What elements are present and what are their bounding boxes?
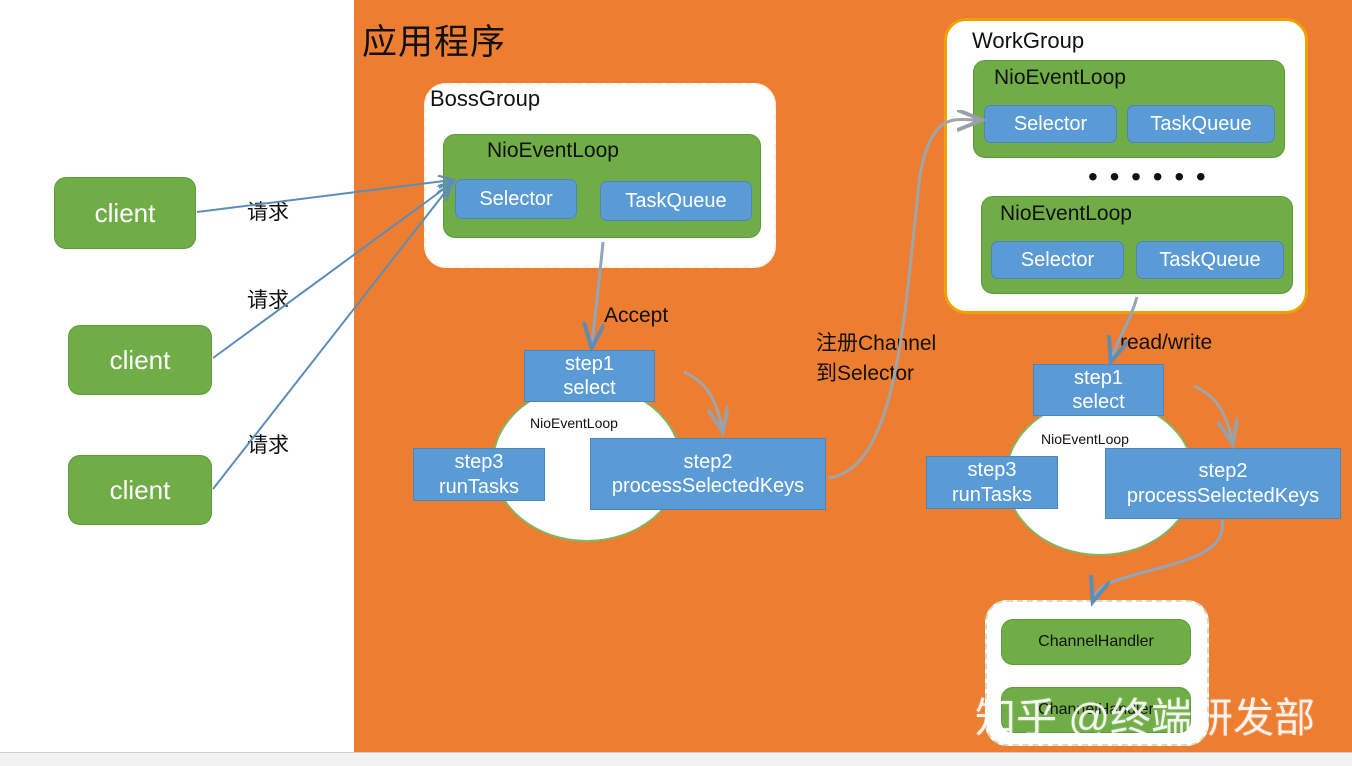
diagram-canvas: 应用程序 client client client 请求 请求 请求 BossG… bbox=[0, 0, 1352, 766]
client-box-2: client bbox=[68, 325, 212, 395]
taskqueue-label: TaskQueue bbox=[1150, 112, 1252, 135]
boss-step1-box: step1 select bbox=[524, 350, 655, 402]
boss-selector-box: Selector bbox=[455, 179, 577, 219]
boss-cycle-center-label: NioEventLoop bbox=[530, 415, 618, 431]
boss-nioeventloop-label: NioEventLoop bbox=[487, 139, 619, 162]
work-step2-line1: step2 bbox=[1198, 460, 1248, 483]
boss-step3-box: step3 runTasks bbox=[413, 448, 545, 501]
register-channel-label-line1: 注册Channel bbox=[816, 332, 937, 355]
boss-step1-line1: step1 bbox=[565, 352, 614, 375]
accept-label: Accept bbox=[604, 304, 669, 327]
work-step1-line2: select bbox=[1072, 391, 1125, 413]
work-selector-box-1: Selector bbox=[984, 105, 1117, 143]
taskqueue-label: TaskQueue bbox=[625, 189, 727, 212]
work-nioeventloop-label-2: NioEventLoop bbox=[1000, 202, 1132, 225]
read-write-label: read/write bbox=[1120, 331, 1213, 354]
work-step1-box: step1 select bbox=[1033, 364, 1164, 416]
work-selector-box-2: Selector bbox=[991, 241, 1124, 279]
work-step3-line2: runTasks bbox=[951, 483, 1033, 506]
boss-group-label: BossGroup bbox=[430, 86, 541, 111]
channel-handler-box-1: ChannelHandler bbox=[1001, 619, 1191, 665]
watermark: 知乎 @终端研发部 bbox=[975, 695, 1316, 741]
page-title: 应用程序 bbox=[362, 23, 507, 62]
register-channel-label-line2: 到Selector bbox=[816, 362, 915, 385]
work-step3-line1: step3 bbox=[967, 459, 1017, 482]
work-taskqueue-box-1: TaskQueue bbox=[1127, 105, 1275, 143]
boss-step3-line1: step3 bbox=[454, 451, 504, 474]
client-label: client bbox=[109, 474, 171, 505]
work-step2-line2: processSelectedKeys bbox=[1126, 484, 1320, 507]
boss-taskqueue-box: TaskQueue bbox=[600, 181, 752, 221]
selector-label: Selector bbox=[479, 187, 553, 210]
request-label-2: 请求 bbox=[247, 289, 289, 312]
client-box-1: client bbox=[54, 177, 196, 249]
work-nioeventloop-label-1: NioEventLoop bbox=[994, 66, 1126, 89]
work-taskqueue-box-2: TaskQueue bbox=[1136, 241, 1284, 279]
request-label-3: 请求 bbox=[247, 434, 289, 457]
boss-step2-box: step2 processSelectedKeys bbox=[590, 438, 826, 510]
work-step3-box: step3 runTasks bbox=[926, 456, 1058, 509]
work-cycle-center-label: NioEventLoop bbox=[1041, 431, 1129, 447]
request-label-1: 请求 bbox=[247, 201, 289, 224]
boss-step3-line2: runTasks bbox=[438, 475, 520, 498]
boss-step1-line2: select bbox=[563, 377, 616, 399]
bottom-bar bbox=[0, 752, 1352, 766]
selector-label: Selector bbox=[1020, 248, 1095, 271]
channel-handler-label: ChannelHandler bbox=[1038, 633, 1154, 650]
work-step1-line1: step1 bbox=[1074, 366, 1123, 389]
client-box-3: client bbox=[68, 455, 212, 525]
selector-label: Selector bbox=[1013, 112, 1088, 135]
work-group-label: WorkGroup bbox=[972, 28, 1085, 53]
taskqueue-label: TaskQueue bbox=[1159, 248, 1261, 271]
client-label: client bbox=[94, 197, 156, 228]
ellipsis-dots: • • • • • • bbox=[1088, 161, 1208, 192]
work-step2-box: step2 processSelectedKeys bbox=[1105, 448, 1341, 519]
client-label: client bbox=[109, 344, 171, 375]
boss-step2-line1: step2 bbox=[683, 450, 733, 473]
boss-step2-line2: processSelectedKeys bbox=[611, 475, 805, 497]
